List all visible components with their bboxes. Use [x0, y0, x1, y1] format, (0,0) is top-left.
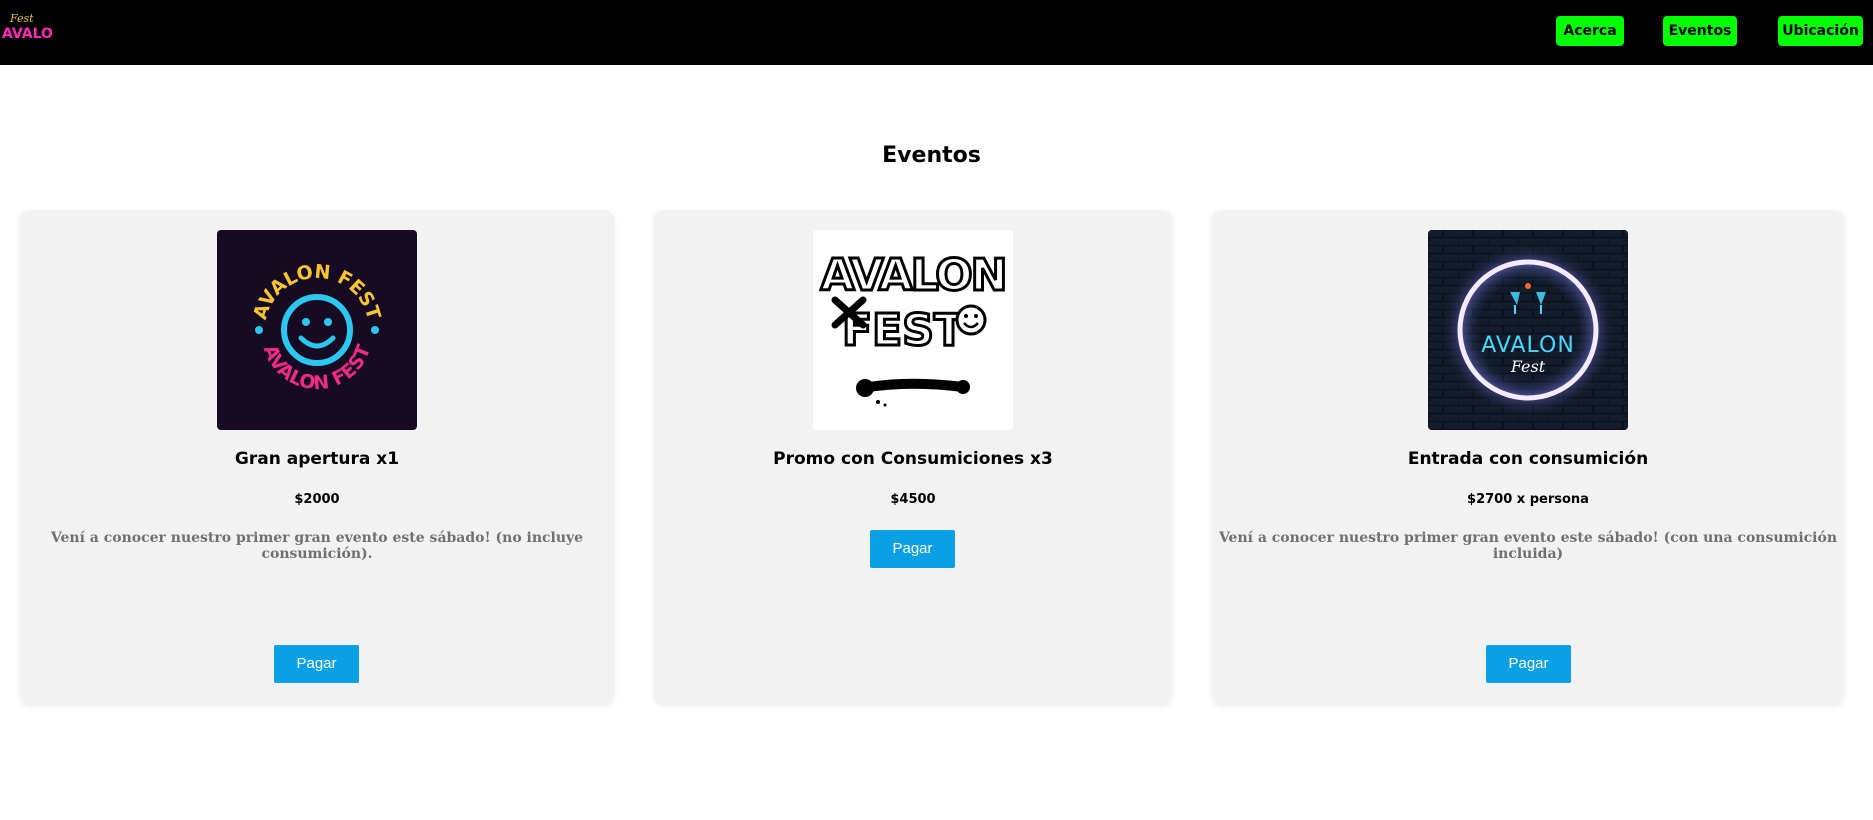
- svg-text:AVALON: AVALON: [2, 26, 52, 42]
- svg-text:Fest: Fest: [9, 12, 34, 25]
- event-description: Vení a conocer nuestro primer gran event…: [1218, 530, 1838, 562]
- top-nav-bar: Fest AVALON Acerca Eventos Ubicación: [0, 0, 1873, 65]
- svg-text:AVALON FEST: AVALON FEST: [259, 342, 375, 395]
- event-card-entrada-consumicion: AVALON Fest Entrada con consumición $270…: [1212, 210, 1844, 704]
- event-price: $2000: [294, 492, 340, 507]
- avalon-fest-neon-sign-image: AVALON Fest: [1428, 230, 1628, 430]
- event-price: $2700 x persona: [1467, 492, 1589, 507]
- event-card-gran-apertura: AVALON FEST AVALON FEST Gran apertura x1…: [20, 210, 614, 704]
- avalon-fest-graffiti-logo-image: AVALON FEST: [813, 230, 1013, 430]
- event-card-promo-consumiciones: AVALON FEST Promo con Consumiciones x3 $…: [654, 210, 1172, 704]
- svg-text:AVALON: AVALON: [1481, 333, 1575, 358]
- avalon-fest-logo[interactable]: Fest AVALON: [2, 8, 65, 44]
- event-title: Promo con Consumiciones x3: [773, 449, 1053, 469]
- nav-button-ubicacion[interactable]: Ubicación: [1778, 16, 1863, 46]
- event-description: Vení a conocer nuestro primer gran event…: [50, 530, 584, 562]
- svg-text:AVALON: AVALON: [821, 250, 1006, 301]
- svg-text:FEST: FEST: [842, 305, 964, 356]
- nav-button-acerca[interactable]: Acerca: [1556, 16, 1624, 46]
- pay-button[interactable]: Pagar: [274, 645, 359, 683]
- svg-text:AVALON FEST: AVALON FEST: [249, 261, 385, 323]
- event-title: Gran apertura x1: [234, 449, 400, 469]
- nav-button-eventos[interactable]: Eventos: [1663, 16, 1737, 46]
- page-title: Eventos: [882, 143, 981, 168]
- pay-button[interactable]: Pagar: [870, 530, 955, 568]
- avalon-fest-smiley-badge-image: AVALON FEST AVALON FEST: [217, 230, 417, 430]
- event-price: $4500: [890, 492, 936, 507]
- svg-text:Fest: Fest: [1510, 357, 1546, 376]
- pay-button[interactable]: Pagar: [1486, 645, 1571, 683]
- event-title: Entrada con consumición: [1407, 449, 1649, 469]
